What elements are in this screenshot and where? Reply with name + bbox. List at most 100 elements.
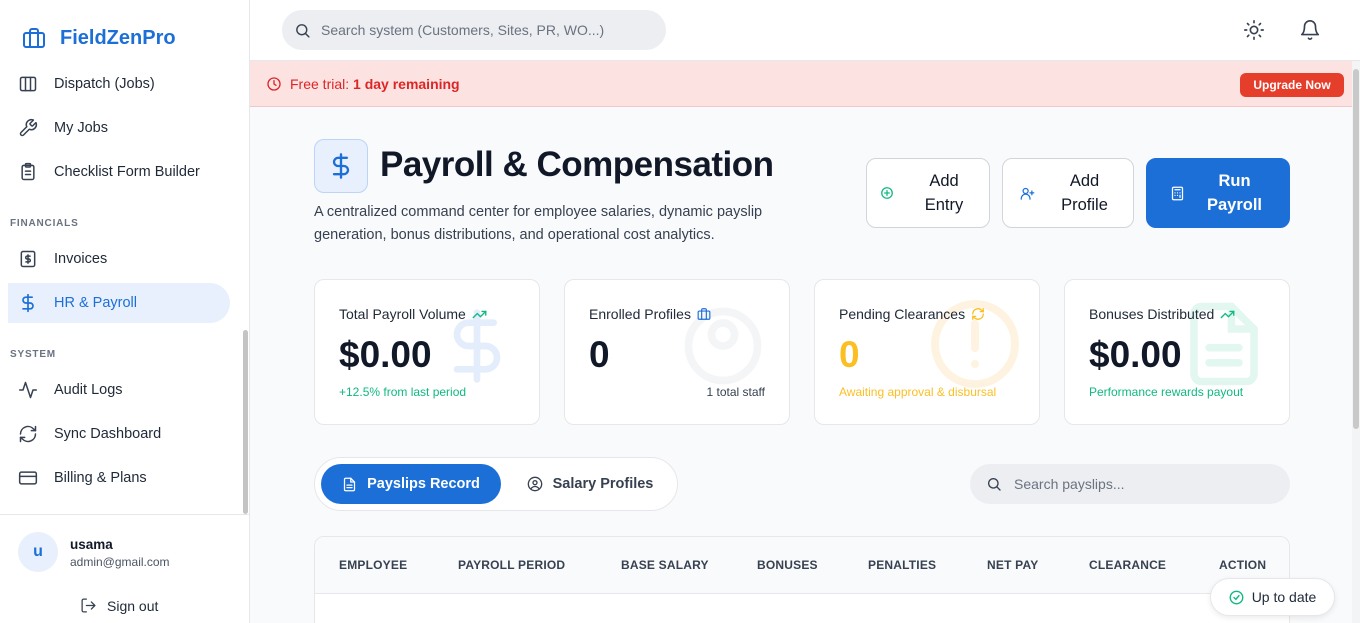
credit-card-icon [18,471,38,485]
stat-card-title: Enrolled Profiles [589,306,711,322]
refresh-icon [19,425,37,443]
avatar[interactable]: u [18,532,58,572]
column-header-clearance[interactable]: CLEARANCE [1089,558,1166,572]
column-header-payroll-period[interactable]: PAYROLL PERIOD [458,558,565,572]
stat-card-title-text: Pending Clearances [839,306,966,322]
sidebar: FieldZenPro Dispatch (Jobs) My Jobs Chec… [0,0,250,623]
section-label-system: SYSTEM [10,349,56,360]
sidebar-scrollbar[interactable] [243,330,248,514]
add-entry-button[interactable]: Add Entry [866,158,990,228]
calculator-icon [1171,186,1183,200]
sidebar-item-label: HR & Payroll [54,295,137,311]
search-icon [988,478,1001,491]
stat-card-value: 0 [839,334,860,375]
tab-label: Salary Profiles [552,476,654,492]
sidebar-item-audit-logs[interactable]: Audit Logs [8,370,230,410]
stat-card-payroll-volume: Total Payroll Volume $0.00 +12.5% from l… [314,279,540,425]
sign-out-button[interactable]: Sign out [80,597,158,614]
payslip-search-input[interactable] [1014,476,1274,492]
section-label-financials: FINANCIALS [10,218,79,229]
dollar-square-icon [20,250,36,268]
sidebar-item-billing[interactable]: Billing & Plans [8,458,230,498]
page-title: Payroll & Compensation [380,145,774,184]
stat-card-title: Pending Clearances [839,306,985,322]
wrench-icon [19,118,38,137]
sidebar-item-label: My Jobs [54,120,108,136]
search-icon [296,23,310,38]
sync-status-pill[interactable]: Up to date [1210,578,1335,616]
user-circle-icon [527,476,542,492]
log-out-icon [81,598,96,613]
view-tabs: Payslips Record Salary Profiles [314,457,678,511]
column-header-penalties[interactable]: PENALTIES [868,558,936,572]
trending-up-icon [472,310,487,318]
add-profile-label: Add Profile [1061,172,1108,214]
page-icon [314,139,368,193]
clock-icon [267,77,281,91]
plus-circle-icon [881,187,893,199]
sidebar-item-label: Invoices [54,251,108,267]
column-header-bonuses[interactable]: BONUSES [757,558,818,572]
stat-card-value: $0.00 [339,334,432,375]
bell-icon[interactable] [1299,19,1321,41]
sign-out-label: Sign out [107,597,159,614]
tab-salary-profiles[interactable]: Salary Profiles [515,464,665,504]
sidebar-item-sync-dashboard[interactable]: Sync Dashboard [8,414,230,454]
global-search-input[interactable] [321,22,641,38]
column-header-action[interactable]: ACTION [1219,558,1266,572]
sidebar-item-label: Audit Logs [54,382,123,398]
page-scrollbar-thumb[interactable] [1353,69,1359,429]
stat-card-note: +12.5% from last period [339,385,467,399]
clipboard-icon [21,162,35,181]
check-circle-icon [1229,590,1244,604]
file-text-icon [343,477,356,491]
trending-up-icon [1220,310,1235,318]
user-email: admin@gmail.com [70,555,170,569]
tab-label: Payslips Record [367,476,480,492]
column-header-base-salary[interactable]: BASE SALARY [621,558,709,572]
upgrade-button[interactable]: Upgrade Now [1240,73,1344,97]
page-scrollbar[interactable] [1352,61,1360,623]
sidebar-item-my-jobs[interactable]: My Jobs [8,108,230,148]
stat-card-enrolled-profiles: Enrolled Profiles 0 1 total staff [564,279,790,425]
stat-card-note: Awaiting approval & disbursal [839,385,997,399]
sun-icon[interactable] [1243,19,1265,41]
payslip-search[interactable] [970,464,1290,504]
topbar [250,0,1360,61]
stat-card-note: 1 total staff [706,385,765,399]
stat-card-title: Total Payroll Volume [339,306,487,322]
stat-card-pending-clearances: Pending Clearances 0 Awaiting approval &… [814,279,1040,425]
run-payroll-button[interactable]: Run Payroll [1146,158,1290,228]
sidebar-item-checklist[interactable]: Checklist Form Builder [8,152,230,192]
sidebar-item-label: Billing & Plans [54,470,147,486]
sidebar-item-label: Dispatch (Jobs) [54,76,155,92]
briefcase-icon [697,308,711,320]
stat-card-value: 0 [589,334,610,375]
add-profile-button[interactable]: Add Profile [1002,158,1134,228]
tab-payslips-record[interactable]: Payslips Record [321,464,501,504]
sidebar-item-label: Checklist Form Builder [54,164,200,180]
add-entry-label: Add Entry [924,172,964,214]
trial-remaining: 1 day remaining [353,76,460,92]
stat-card-value: $0.00 [1089,334,1182,375]
global-search[interactable] [282,10,666,50]
main-content: Payroll & Compensation A centralized com… [250,107,1352,623]
run-payroll-label: Run Payroll [1206,172,1263,214]
stat-card-title: Bonuses Distributed [1089,306,1235,322]
trial-banner: Free trial: 1 day remaining Upgrade Now [250,61,1360,107]
columns-icon [19,76,37,92]
sidebar-item-label: Sync Dashboard [54,426,162,442]
user-plus-icon [1020,187,1034,200]
brand[interactable]: FieldZenPro [22,26,176,50]
column-header-net-pay[interactable]: NET PAY [987,558,1038,572]
user-name: usama [70,537,113,552]
payslips-table: EMPLOYEE PAYROLL PERIOD BASE SALARY BONU… [314,536,1290,623]
stat-card-title-text: Enrolled Profiles [589,306,691,322]
stat-card-title-text: Bonuses Distributed [1089,306,1215,322]
sidebar-item-invoices[interactable]: Invoices [8,239,230,279]
sidebar-item-dispatch[interactable]: Dispatch (Jobs) [8,64,230,104]
refresh-icon [972,308,984,320]
sidebar-item-hr-payroll[interactable]: HR & Payroll [8,283,230,323]
column-header-employee[interactable]: EMPLOYEE [339,558,407,572]
page-subtitle: A centralized command center for employe… [314,204,763,243]
